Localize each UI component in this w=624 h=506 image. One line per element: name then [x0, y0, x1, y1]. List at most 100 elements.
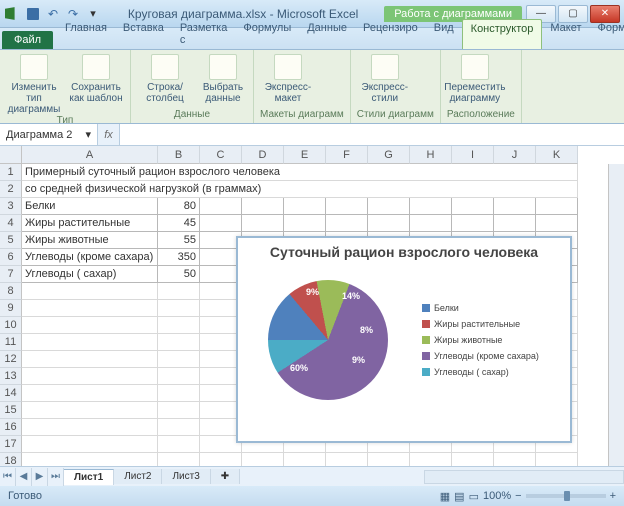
cell[interactable]: Примерный суточный рацион взрослого чело…	[22, 164, 578, 181]
legend-item[interactable]: Углеводы ( сахар)	[422, 367, 570, 377]
row-header[interactable]: 5	[0, 232, 22, 249]
cell[interactable]	[368, 453, 410, 466]
cell[interactable]: 55	[158, 232, 200, 249]
zoom-level[interactable]: 100%	[483, 490, 511, 502]
cell[interactable]: Углеводы (кроме сахара)	[22, 249, 158, 266]
change-chart-type-button[interactable]: Изменить тип диаграммы	[6, 54, 62, 115]
cell[interactable]	[284, 215, 326, 232]
select-data-button[interactable]: Выбрать данные	[199, 54, 247, 104]
ribbon-tab-2[interactable]: Разметка с	[172, 19, 236, 49]
cell[interactable]	[158, 436, 200, 453]
cell[interactable]	[22, 419, 158, 436]
cell[interactable]	[494, 215, 536, 232]
sheet-nav-last[interactable]: ⏭	[48, 468, 64, 486]
sheet-tab-2[interactable]: Лист2	[114, 469, 162, 484]
namebox-dropdown-icon[interactable]: ▾	[85, 128, 91, 141]
cell[interactable]: 350	[158, 249, 200, 266]
select-all-corner[interactable]	[0, 146, 22, 164]
save-button[interactable]	[24, 5, 42, 23]
row-header[interactable]: 3	[0, 198, 22, 215]
column-header[interactable]: H	[410, 146, 452, 164]
cell[interactable]	[200, 215, 242, 232]
row-header[interactable]: 12	[0, 351, 22, 368]
ribbon-tab-1[interactable]: Вставка	[115, 19, 172, 49]
cell[interactable]	[158, 283, 200, 300]
cell[interactable]	[494, 198, 536, 215]
row-header[interactable]: 18	[0, 453, 22, 466]
cell[interactable]	[242, 453, 284, 466]
cell[interactable]	[410, 453, 452, 466]
cell[interactable]	[158, 453, 200, 466]
fx-icon[interactable]: fx	[98, 124, 120, 145]
ribbon-tab-9[interactable]: Формат	[590, 19, 624, 49]
cell[interactable]	[22, 283, 158, 300]
cell[interactable]	[410, 198, 452, 215]
row-header[interactable]: 8	[0, 283, 22, 300]
new-sheet-button[interactable]: ✚	[211, 469, 240, 484]
cell[interactable]: 50	[158, 266, 200, 283]
cell[interactable]	[22, 351, 158, 368]
name-box[interactable]: Диаграмма 2▾	[0, 124, 98, 145]
cell[interactable]	[326, 215, 368, 232]
legend-item[interactable]: Жиры растительные	[422, 319, 570, 329]
cell[interactable]	[22, 402, 158, 419]
cell[interactable]	[452, 198, 494, 215]
cell[interactable]: со средней физической нагрузкой (в грамм…	[22, 181, 578, 198]
row-header[interactable]: 1	[0, 164, 22, 181]
column-header[interactable]: A	[22, 146, 158, 164]
cell[interactable]	[158, 402, 200, 419]
sheet-nav-prev[interactable]: ◀	[16, 468, 32, 486]
cell[interactable]	[284, 198, 326, 215]
cell[interactable]	[410, 215, 452, 232]
row-header[interactable]: 4	[0, 215, 22, 232]
pie-plot-area[interactable]: 14% 8% 9% 60% 9%	[238, 263, 418, 418]
cell[interactable]	[242, 198, 284, 215]
column-header[interactable]: C	[200, 146, 242, 164]
ribbon-tab-3[interactable]: Формулы	[235, 19, 299, 49]
row-header[interactable]: 13	[0, 368, 22, 385]
row-header[interactable]: 15	[0, 402, 22, 419]
worksheet[interactable]: ABCDEFGHIJK 123456789101112131415161718 …	[0, 146, 624, 466]
column-header[interactable]: E	[284, 146, 326, 164]
cell[interactable]	[200, 453, 242, 466]
column-header[interactable]: B	[158, 146, 200, 164]
cell[interactable]: 45	[158, 215, 200, 232]
cell[interactable]	[536, 453, 578, 466]
row-header[interactable]: 11	[0, 334, 22, 351]
excel-icon[interactable]	[4, 5, 22, 23]
ribbon-tab-8[interactable]: Макет	[542, 19, 589, 49]
cell[interactable]	[368, 198, 410, 215]
column-header[interactable]: J	[494, 146, 536, 164]
cell[interactable]	[158, 385, 200, 402]
row-header[interactable]: 2	[0, 181, 22, 198]
ribbon-tab-0[interactable]: Главная	[57, 19, 115, 49]
formula-input[interactable]	[120, 124, 624, 145]
chart-legend[interactable]: БелкиЖиры растительныеЖиры животныеУглев…	[418, 263, 570, 418]
row-header[interactable]: 17	[0, 436, 22, 453]
pie-chart[interactable]	[268, 280, 388, 400]
sheet-tab-3[interactable]: Лист3	[162, 469, 210, 484]
cell[interactable]	[368, 215, 410, 232]
cell[interactable]	[22, 385, 158, 402]
row-header[interactable]: 7	[0, 266, 22, 283]
column-header[interactable]: F	[326, 146, 368, 164]
cell[interactable]	[326, 453, 368, 466]
ribbon-tab-6[interactable]: Вид	[426, 19, 462, 49]
row-header[interactable]: 9	[0, 300, 22, 317]
cell[interactable]	[158, 300, 200, 317]
cell[interactable]: Белки	[22, 198, 158, 215]
ribbon-tab-5[interactable]: Рецензиро	[355, 19, 426, 49]
zoom-out-button[interactable]: −	[515, 490, 521, 502]
cell[interactable]	[536, 215, 578, 232]
move-chart-button[interactable]: Переместить диаграмму	[447, 54, 503, 104]
horizontal-scrollbar[interactable]	[424, 470, 624, 484]
cell[interactable]	[22, 334, 158, 351]
legend-item[interactable]: Белки	[422, 303, 570, 313]
zoom-slider[interactable]	[526, 494, 606, 498]
cell[interactable]: Углеводы ( сахар)	[22, 266, 158, 283]
cell[interactable]	[22, 317, 158, 334]
ribbon-tab-7[interactable]: Конструктор	[462, 19, 543, 49]
sheet-nav-next[interactable]: ▶	[32, 468, 48, 486]
row-header[interactable]: 16	[0, 419, 22, 436]
vertical-scrollbar[interactable]	[608, 164, 624, 466]
